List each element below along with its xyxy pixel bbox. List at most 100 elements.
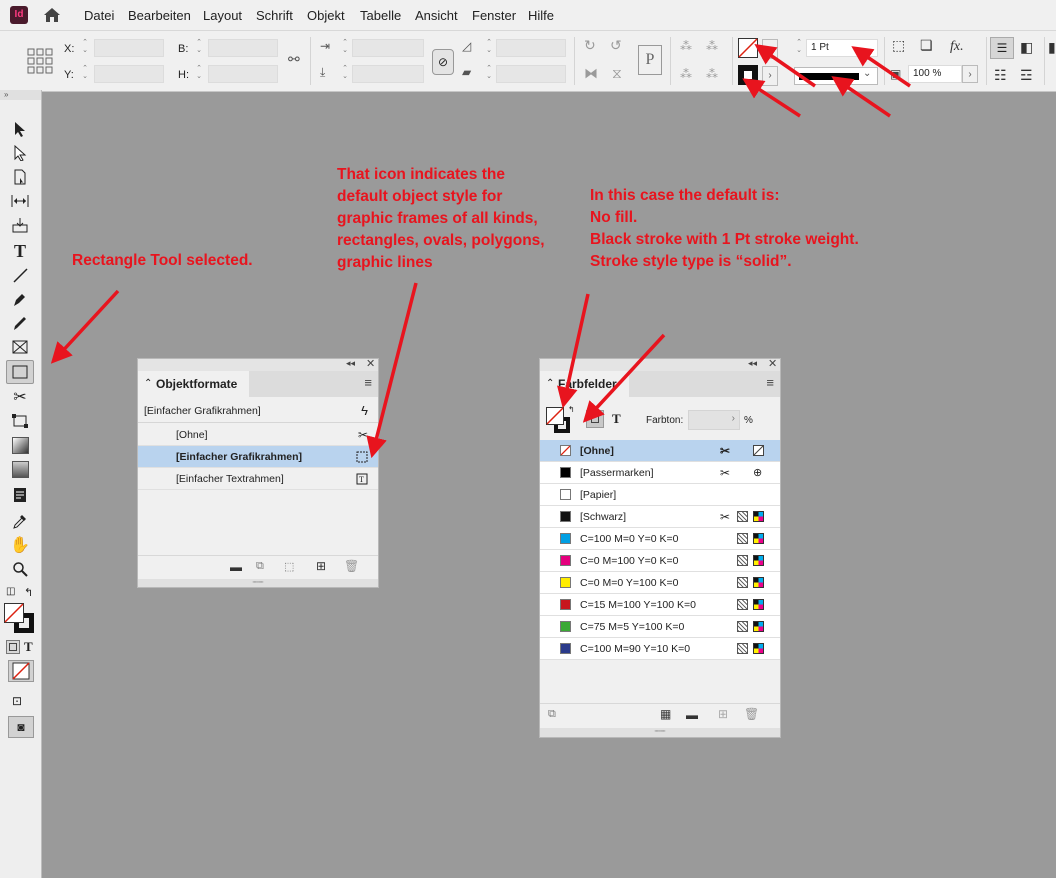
y-field[interactable] — [94, 65, 164, 83]
stroke-weight-stepper[interactable]: ⌃ ⌄ — [794, 39, 804, 57]
stroke-type-dropdown[interactable]: ⌄ — [794, 67, 878, 85]
fill-none-swatch[interactable] — [738, 38, 758, 58]
text-wrap-bbox-icon[interactable]: ◧ — [1020, 39, 1033, 56]
flip-horizontal-icon[interactable]: ⧓ — [584, 65, 598, 82]
effects-icon[interactable]: fx. — [950, 39, 964, 55]
apply-none-icon[interactable] — [8, 660, 34, 682]
zoom-tool-icon[interactable] — [8, 558, 32, 580]
menu-ansicht[interactable]: Ansicht — [415, 8, 458, 23]
fill-proxy[interactable] — [4, 603, 24, 623]
new-color-group-icon[interactable]: ▬ — [686, 708, 698, 722]
tools-collapse-icon[interactable]: » — [0, 90, 41, 100]
list-item[interactable]: [Ohne] ✂ — [138, 424, 378, 446]
panel-close-icon[interactable]: ✕ — [366, 357, 375, 370]
formatting-container-icon[interactable] — [6, 640, 20, 654]
swap-icon[interactable]: ↰ — [568, 405, 575, 414]
farbfelder-tab[interactable]: ⌃ Farbfelder — [540, 371, 629, 397]
swatch-row[interactable]: C=0 M=0 Y=100 K=0 — [540, 572, 780, 594]
panel-collapse-icon[interactable]: ◂◂ — [748, 358, 757, 369]
text-wrap-shape-icon[interactable]: ☷ — [994, 67, 1007, 84]
screen-mode-icon[interactable]: ⊡ — [12, 694, 22, 708]
default-fill-stroke-icon[interactable]: ◫ — [6, 586, 15, 597]
rectangle-tool-icon[interactable] — [6, 360, 34, 384]
select-next-icon[interactable]: ⁂ — [706, 67, 718, 81]
type-tool-icon[interactable]: T — [8, 240, 32, 262]
x-stepper[interactable]: ⌃ ⌄ — [80, 39, 90, 57]
home-icon[interactable] — [42, 5, 62, 25]
corner-options-icon[interactable]: ⬚ — [892, 37, 905, 54]
objektformate-tab[interactable]: ⌃ Objektformate — [138, 371, 250, 397]
new-swatch-icon[interactable]: ⊞ — [718, 707, 728, 721]
swatch-row[interactable]: C=100 M=90 Y=10 K=0 — [540, 638, 780, 660]
scale-x-field[interactable] — [352, 39, 424, 57]
overflow-icon[interactable]: ▮ — [1048, 39, 1056, 56]
height-field[interactable] — [208, 65, 278, 83]
constrain-proportions-icon[interactable]: ⊘ — [432, 49, 454, 75]
select-content-icon[interactable]: ⁂ — [706, 39, 718, 53]
list-item[interactable]: [Einfacher Textrahmen] T — [138, 468, 378, 490]
delete-icon[interactable]: 🗑 — [344, 559, 359, 573]
height-stepper[interactable]: ⌃ ⌄ — [194, 65, 204, 83]
text-wrap-jump-icon[interactable]: ☲ — [1020, 67, 1033, 84]
menu-hilfe[interactable]: Hilfe — [528, 8, 554, 23]
swatch-row[interactable]: C=75 M=5 Y=100 K=0 — [540, 616, 780, 638]
menu-tabelle[interactable]: Tabelle — [360, 8, 401, 23]
text-wrap-icon[interactable]: ☰ — [990, 37, 1014, 59]
swatch-row[interactable]: C=0 M=100 Y=0 K=0 — [540, 550, 780, 572]
panel-menu-icon[interactable]: ≡ — [364, 375, 372, 390]
hand-tool-icon[interactable]: ✋ — [8, 534, 32, 556]
fill-dropdown[interactable]: › — [762, 39, 778, 59]
note-tool-icon[interactable] — [8, 484, 32, 506]
gradient-feather-tool-icon[interactable] — [8, 458, 32, 480]
select-prev-icon[interactable]: ⁂ — [680, 67, 692, 81]
rotate-ccw-icon[interactable]: ↺ — [610, 37, 622, 54]
menu-schrift[interactable]: Schrift — [256, 8, 293, 23]
drop-shadow-icon[interactable]: ❏ — [920, 37, 933, 54]
page-tool-icon[interactable] — [8, 166, 32, 188]
show-swatches-icon[interactable]: ⧉ — [548, 708, 556, 721]
tab-toggle-icon[interactable]: ⌃ — [144, 371, 152, 397]
selection-tool-icon[interactable] — [8, 118, 32, 140]
shear-stepper[interactable]: ⌃ ⌄ — [484, 65, 494, 83]
reference-point-icon[interactable] — [26, 47, 54, 75]
fill-proxy[interactable] — [546, 407, 564, 425]
select-container-icon[interactable]: ⁂ — [680, 39, 692, 53]
clear-overrides-icon[interactable]: ⧉ — [256, 560, 264, 573]
delete-swatch-icon[interactable]: 🗑 — [744, 707, 759, 721]
link-icon[interactable]: ⚯ — [288, 51, 300, 68]
rotate-stepper[interactable]: ⌃ ⌄ — [484, 39, 494, 57]
formatting-text-icon[interactable]: T — [24, 639, 33, 655]
x-field[interactable] — [94, 39, 164, 57]
list-item[interactable]: [Einfacher Grafikrahmen] — [138, 446, 378, 468]
line-tool-icon[interactable] — [8, 264, 32, 286]
gradient-swatch-tool-icon[interactable] — [8, 434, 32, 456]
rotate-cw-icon[interactable]: ↻ — [584, 37, 596, 54]
new-style-icon[interactable]: ⊞ — [316, 559, 326, 573]
preview-mode-icon[interactable]: ◙ — [8, 716, 34, 738]
resize-grip[interactable]: ┅┅┅ — [540, 728, 780, 737]
content-collector-tool-icon[interactable] — [8, 214, 32, 236]
swatch-row[interactable]: [Passermarken] ✂ ⊕ — [540, 462, 780, 484]
scale-x-stepper[interactable]: ⌃ ⌄ — [340, 39, 350, 57]
swatch-row[interactable]: [Papier] — [540, 484, 780, 506]
gap-tool-icon[interactable] — [8, 190, 32, 212]
resize-grip[interactable]: ┅┅┅ — [138, 579, 378, 587]
shear-field[interactable] — [496, 65, 566, 83]
opacity-dropdown[interactable]: › — [962, 65, 978, 83]
scale-y-stepper[interactable]: ⌃ ⌄ — [340, 65, 350, 83]
stroke-weight-field[interactable]: 1 Pt — [806, 39, 878, 57]
free-transform-tool-icon[interactable] — [8, 410, 32, 432]
stroke-dropdown[interactable]: › — [762, 66, 778, 86]
y-stepper[interactable]: ⌃ ⌄ — [80, 65, 90, 83]
menu-layout[interactable]: Layout — [203, 8, 242, 23]
menu-fenster[interactable]: Fenster — [472, 8, 516, 23]
formatting-text-icon[interactable]: T — [612, 411, 621, 427]
swatch-row[interactable]: C=100 M=0 Y=0 K=0 — [540, 528, 780, 550]
width-stepper[interactable]: ⌃ ⌄ — [194, 39, 204, 57]
scale-y-field[interactable] — [352, 65, 424, 83]
new-group-icon[interactable]: ▬ — [230, 560, 242, 574]
eyedropper-tool-icon[interactable] — [8, 510, 32, 532]
direct-selection-tool-icon[interactable] — [8, 142, 32, 164]
panel-close-icon[interactable]: ✕ — [768, 357, 777, 370]
swatch-row[interactable]: [Ohne] ✂ — [540, 440, 780, 462]
